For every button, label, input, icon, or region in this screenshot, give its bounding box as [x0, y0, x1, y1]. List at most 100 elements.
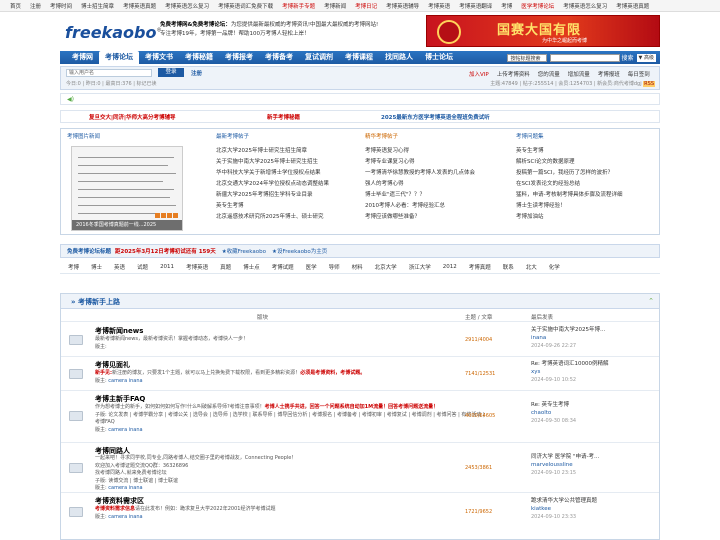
site-logo[interactable]: freekaobo®	[65, 23, 161, 42]
list-item[interactable]: 北京交通大学2024年学位授权点动态调整结果	[216, 179, 329, 190]
checkin-link[interactable]: 每日签到	[628, 70, 650, 78]
top-link[interactable]: 注册	[30, 2, 41, 10]
forum-title[interactable]: 考博见面礼	[95, 360, 130, 370]
nav-item[interactable]: 复试调剂	[299, 51, 339, 64]
tag-link[interactable]: 考博真题	[469, 263, 491, 271]
list-item[interactable]: 博士生读考博经验！	[516, 201, 623, 212]
forum-row[interactable]: 考博资料需求区 考博资料需求信息请在此发布！例如：跪求复旦大学2022年2001…	[61, 493, 659, 533]
top-link[interactable]: 博士招生简章	[81, 2, 114, 10]
nav-item[interactable]: 考博文书	[139, 51, 179, 64]
add-traffic-link[interactable]: 增加流量	[568, 70, 590, 78]
top-link[interactable]: 首页	[10, 2, 21, 10]
list-item[interactable]: 强人的考博心得	[365, 179, 475, 190]
top-link[interactable]: 考博新手专题	[282, 2, 315, 10]
last-post[interactable]: 同济大学 医学院 "申请-考... marveloussline 2024-09-1…	[531, 453, 656, 477]
headline-link[interactable]: 复旦交大|同济|华师大高分考博辅导	[89, 113, 176, 121]
section-title[interactable]: » 考博新手上路	[71, 297, 120, 307]
search-input[interactable]	[549, 53, 620, 62]
top-link[interactable]: 医学考博论坛	[521, 2, 554, 10]
tag-link[interactable]: 博士	[91, 263, 102, 271]
nav-item[interactable]: 考博备考	[259, 51, 299, 64]
top-link[interactable]: 考博英语怎么复习	[165, 2, 209, 10]
tag-link[interactable]: 北大	[526, 263, 537, 271]
top-link[interactable]: 考博英语	[428, 2, 450, 10]
nav-item[interactable]: 找同路人	[379, 51, 419, 64]
top-link[interactable]: 考博英语翻译	[459, 2, 492, 10]
list-item[interactable]: 新疆大学2025年考博招生学科专业目录	[216, 190, 329, 201]
forum-row[interactable]: 考博新闻news 最新考博新闻news，最新考博资讯！掌握考博动态，考博快人一步…	[61, 323, 659, 357]
list-item[interactable]: 猛料，申请-考核制考博具体步骤及流程详细	[516, 190, 623, 201]
last-post[interactable]: 关于实施中南大学2025年博... inana 2024-09-26 22:27	[531, 326, 656, 350]
top-link[interactable]: 考博英语词汇免费下载	[218, 2, 273, 10]
nav-item[interactable]: 考博课程	[339, 51, 379, 64]
tag-link[interactable]: 考博	[68, 263, 79, 271]
username-input[interactable]: 输入用户名	[66, 69, 152, 77]
tag-link[interactable]: 2011	[160, 264, 174, 270]
nav-item[interactable]: 考博网	[66, 51, 99, 64]
tag-link[interactable]: 联系	[503, 263, 514, 271]
tag-link[interactable]: 北京大学	[375, 263, 397, 271]
tag-link[interactable]: 材料	[352, 263, 363, 271]
list-item[interactable]: 英专生考博	[516, 146, 623, 157]
tag-link[interactable]: 浙江大学	[409, 263, 431, 271]
traffic-link[interactable]: 您的流量	[538, 70, 560, 78]
tag-link[interactable]: 试题	[137, 263, 148, 271]
homepage-link[interactable]: ★设Freekaobo为主页	[272, 247, 327, 255]
nav-item[interactable]: 考博报考	[219, 51, 259, 64]
nav-item-active[interactable]: 考博论坛	[99, 51, 139, 64]
tag-link[interactable]: 真题	[220, 263, 231, 271]
list-item[interactable]: 北京大学2025年博士研究生招生简章	[216, 146, 329, 157]
nav-item[interactable]: 考博秘籍	[179, 51, 219, 64]
list-item[interactable]: 英专生考博	[216, 201, 329, 212]
register-link[interactable]: 注册	[191, 69, 202, 77]
search-type-select[interactable]: 按帖标题搜索	[506, 53, 547, 62]
list-item[interactable]: 华中科技大学关于新增博士学位授权点结果	[216, 168, 329, 179]
list-item[interactable]: 一考博清华徐慧教授的考博人发表的几点体会	[365, 168, 475, 179]
list-item[interactable]: 博士毕业"遗三代"？？？	[365, 190, 475, 201]
tag-link[interactable]: 2012	[443, 264, 457, 270]
top-link[interactable]: 考博英语真题	[123, 2, 156, 10]
vip-link[interactable]: 加入VIP	[469, 70, 489, 78]
tag-link[interactable]: 英语	[114, 263, 125, 271]
forum-title[interactable]: 考博资料需求区	[95, 496, 144, 506]
list-item[interactable]: 投稿第一篇SCI，我经历了怎样的波折？	[516, 168, 623, 179]
list-item[interactable]: 在SCI发表论文的经验总结	[516, 179, 623, 190]
upload-link[interactable]: 上传考博资料	[497, 70, 530, 78]
forum-title[interactable]: 考博主新手FAQ	[95, 394, 145, 404]
forum-row[interactable]: 考博主新手FAQ 作为想考博士的新手，如何如何如何写作!什么叫破解系导师?考博注…	[61, 391, 659, 443]
tag-link[interactable]: 考博英语	[186, 263, 208, 271]
nav-item[interactable]: 博士论坛	[419, 51, 459, 64]
tag-link[interactable]: 博士点	[243, 263, 260, 271]
list-item[interactable]: 考博应该做哪些准备？	[365, 212, 475, 223]
last-post[interactable]: 跪求清华大学公共管理真题 kiatkee 2024-09-10 23:33	[531, 497, 656, 521]
list-item[interactable]: 关于实施中南大学2025年博士研究生招生	[216, 157, 329, 168]
bookmark-link[interactable]: ★收藏Freekaobo	[222, 247, 266, 255]
list-item[interactable]: 北京遥感技术研究所2025年博士、硕士研究	[216, 212, 329, 223]
top-link[interactable]: 考博英语怎么复习	[563, 2, 607, 10]
tag-link[interactable]: 考博试题	[272, 263, 294, 271]
top-link[interactable]: 考博英语真题	[616, 2, 649, 10]
tag-link[interactable]: 导师	[329, 263, 340, 271]
collapse-icon[interactable]: ⌃	[648, 297, 654, 305]
headline-link[interactable]: 新手考博秘籍	[267, 113, 300, 121]
top-link[interactable]: 考博时间	[50, 2, 72, 10]
top-link[interactable]: 考博	[501, 2, 512, 10]
last-post[interactable]: Re: 考博英语词汇10000例精解 xys 2024-09-10 10:52	[531, 360, 656, 384]
news-photo[interactable]: 2016冬季国考博真题前一线...2025	[71, 146, 183, 231]
list-item[interactable]: 考博专业课复习心得	[365, 157, 475, 168]
list-item[interactable]: 解析SCI论文的数据原理	[516, 157, 623, 168]
list-item[interactable]: 2010考博人必看：考博经验汇总	[365, 201, 475, 212]
forum-row[interactable]: 考博同路人 一起来吧！寻求同学校,同专业,同路考博人,结交圈子里的考博战友，Co…	[61, 443, 659, 493]
tag-link[interactable]: 医学	[306, 263, 317, 271]
course-link[interactable]: 考博报班	[598, 70, 620, 78]
headline-link[interactable]: 2025最新东方医学考博英语全程班免费试听	[381, 113, 490, 121]
top-link[interactable]: 考博新闻	[324, 2, 346, 10]
slide-dots[interactable]	[154, 213, 178, 218]
tag-link[interactable]: 化学	[549, 263, 560, 271]
login-button[interactable]: 登录	[158, 68, 184, 77]
last-post[interactable]: Re: 英专生考博 chaolto 2024-09-30 08:34	[531, 401, 656, 425]
forum-title[interactable]: 考博新闻news	[95, 326, 143, 336]
top-link[interactable]: 考博日记	[355, 2, 377, 10]
list-item[interactable]: 考博英语复习心得	[365, 146, 475, 157]
forum-row[interactable]: 考博见面礼 新手见:新注册的博友，只要发1个主题，就可以马上兑换免费下载权限，看…	[61, 357, 659, 391]
